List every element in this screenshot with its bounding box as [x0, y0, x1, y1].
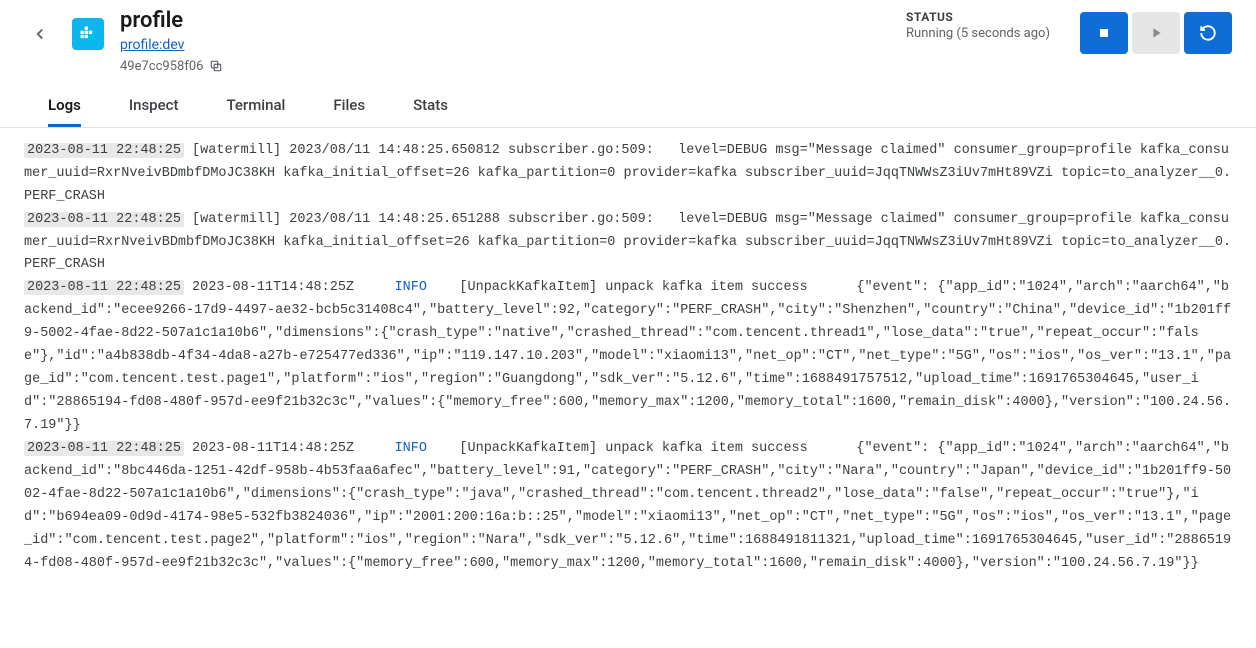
image-link[interactable]: profile:dev: [120, 37, 184, 53]
tab-stats[interactable]: Stats: [413, 86, 448, 127]
log-timestamp: 2023-08-11 22:48:25: [24, 212, 184, 227]
log-level: INFO: [395, 280, 427, 295]
log-entry: 2023-08-11 22:48:25 [watermill] 2023/08/…: [24, 140, 1232, 209]
tab-files[interactable]: Files: [333, 86, 365, 127]
logs-panel[interactable]: 2023-08-11 22:48:25 [watermill] 2023/08/…: [0, 128, 1256, 636]
hash-row: 49e7cc958f06: [120, 59, 890, 74]
status-label: STATUS: [906, 10, 1050, 24]
tab-inspect[interactable]: Inspect: [129, 86, 179, 127]
tab-terminal[interactable]: Terminal: [226, 86, 285, 127]
header: profile profile:dev 49e7cc958f06 STATUS …: [0, 0, 1256, 78]
back-button[interactable]: [24, 18, 56, 50]
tabs: Logs Inspect Terminal Files Stats: [0, 78, 1256, 128]
container-hash: 49e7cc958f06: [120, 59, 203, 74]
log-entry: 2023-08-11 22:48:25 2023-08-11T14:48:25Z…: [24, 438, 1232, 576]
status-value: Running (5 seconds ago): [906, 26, 1050, 41]
log-level: INFO: [395, 441, 427, 456]
restart-button[interactable]: [1184, 12, 1232, 54]
tab-logs[interactable]: Logs: [48, 86, 81, 127]
log-timestamp: 2023-08-11 22:48:25: [24, 280, 184, 295]
stop-button[interactable]: [1080, 12, 1128, 54]
log-timestamp: 2023-08-11 22:48:25: [24, 143, 184, 158]
start-button: [1132, 12, 1180, 54]
container-title: profile: [120, 8, 890, 34]
copy-icon[interactable]: [209, 59, 223, 73]
log-timestamp: 2023-08-11 22:48:25: [24, 441, 184, 456]
action-buttons: [1080, 12, 1232, 54]
status-block: STATUS Running (5 seconds ago): [906, 10, 1050, 41]
log-entry: 2023-08-11 22:48:25 [watermill] 2023/08/…: [24, 209, 1232, 278]
log-entry: 2023-08-11 22:48:25 2023-08-11T14:48:25Z…: [24, 277, 1232, 438]
container-icon: [72, 18, 104, 50]
title-block: profile profile:dev 49e7cc958f06: [120, 8, 890, 74]
